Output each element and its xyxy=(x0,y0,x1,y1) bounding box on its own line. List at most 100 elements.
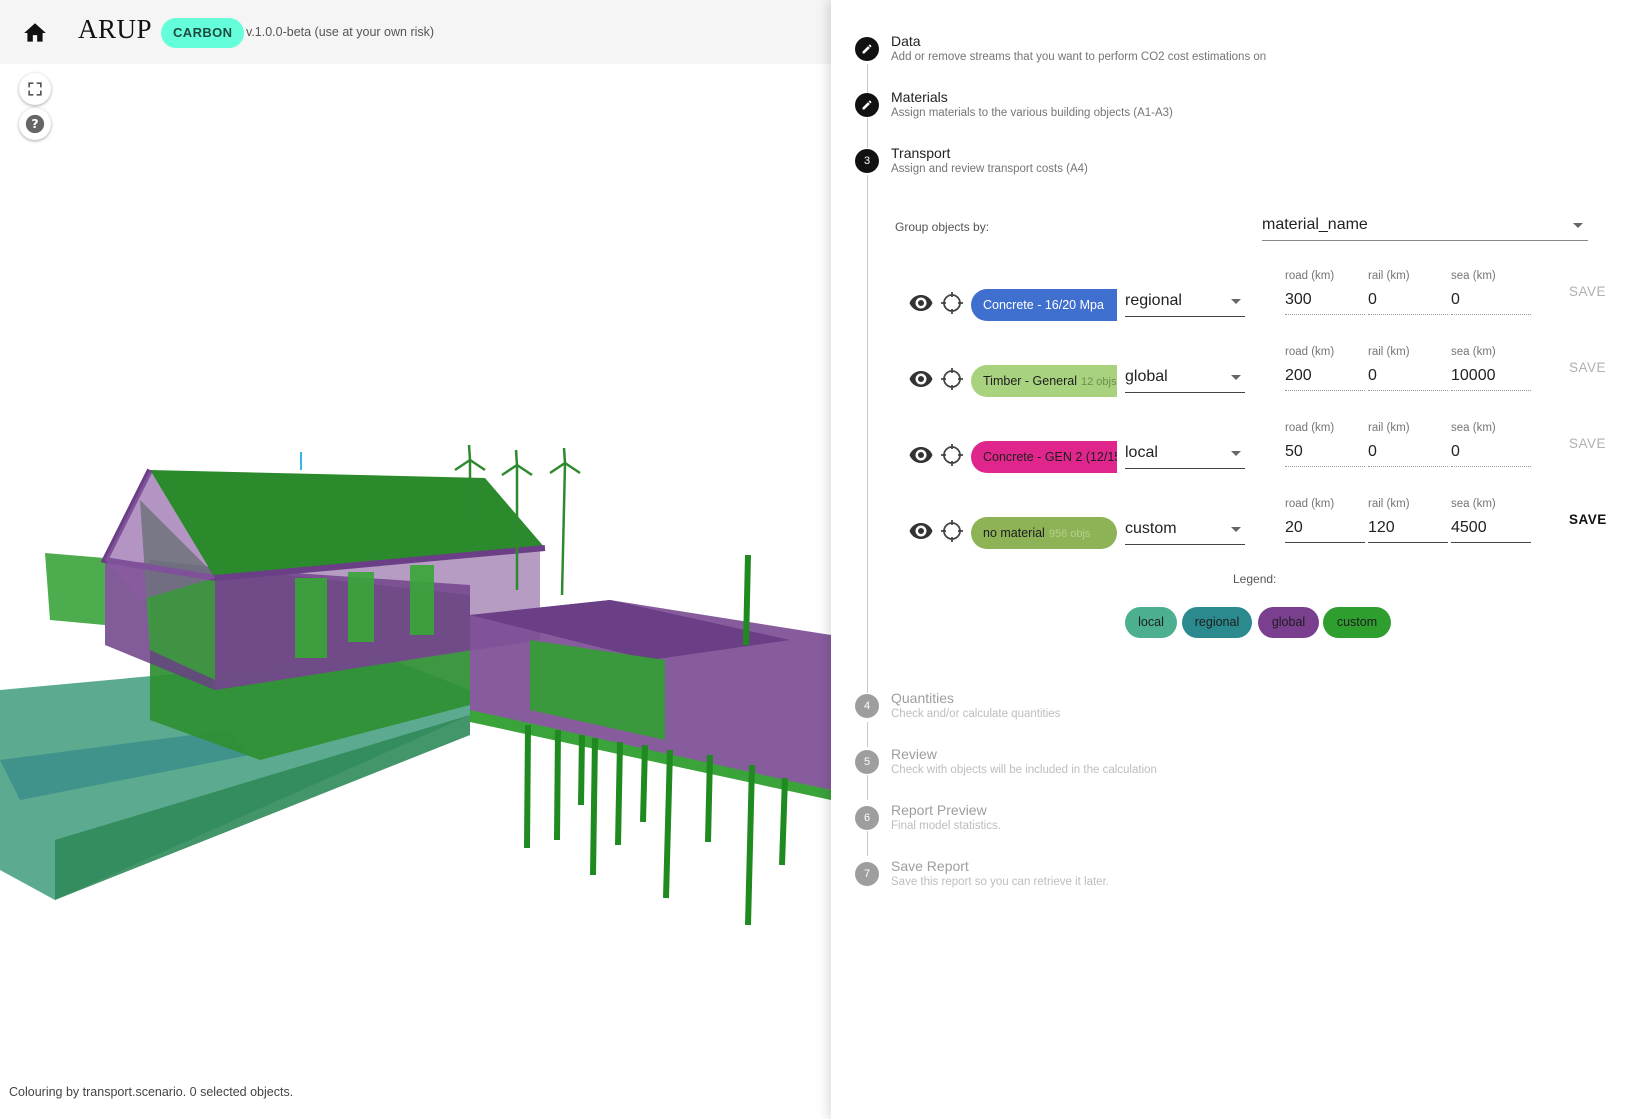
save-button[interactable]: SAVE xyxy=(1569,512,1607,527)
step-title: Review xyxy=(891,746,937,762)
road-field: road (km) xyxy=(1285,346,1365,396)
transport-row: Concrete - GEN 2 (12/15) local road (km)… xyxy=(905,422,1606,478)
step-badge: 7 xyxy=(855,862,879,886)
legend-chip-local: local xyxy=(1125,607,1177,638)
road-km-input[interactable] xyxy=(1285,288,1363,312)
step-save-report[interactable]: 7 Save Report Save this report so you ca… xyxy=(855,858,1555,898)
sea-km-input[interactable] xyxy=(1451,364,1529,388)
group-by-label: Group objects by: xyxy=(895,220,990,234)
material-chip[interactable]: no material 956 objs xyxy=(971,517,1117,549)
group-by-select[interactable]: material_name xyxy=(1262,210,1588,241)
3d-viewer[interactable] xyxy=(0,64,831,1074)
help-button[interactable]: ? xyxy=(19,108,51,140)
rail-km-input[interactable] xyxy=(1368,516,1446,540)
road-km-input[interactable] xyxy=(1285,516,1363,540)
step-badge: 5 xyxy=(855,750,879,774)
sea-km-input[interactable] xyxy=(1451,288,1529,312)
step-data[interactable]: Data Add or remove streams that you want… xyxy=(855,33,1555,73)
step-title: Materials xyxy=(891,89,948,105)
step-subtitle: Assign and review transport costs (A4) xyxy=(891,163,1088,175)
visibility-eye-icon[interactable] xyxy=(909,294,933,312)
step-subtitle: Check with objects will be included in t… xyxy=(891,764,1157,776)
fullscreen-icon xyxy=(28,82,42,96)
group-by-value: material_name xyxy=(1262,216,1368,233)
top-bar: ARUP CARBON v.1.0.0-beta (use at your ow… xyxy=(0,0,831,64)
edit-icon xyxy=(855,37,879,61)
step-transport[interactable]: 3 Transport Assign and review transport … xyxy=(855,145,1555,185)
rail-km-input[interactable] xyxy=(1368,440,1446,464)
step-title: Data xyxy=(891,33,921,49)
edit-icon xyxy=(855,93,879,117)
step-subtitle: Final model statistics. xyxy=(891,820,1001,832)
road-field: road (km) xyxy=(1285,422,1365,472)
step-title: Quantities xyxy=(891,690,955,706)
home-icon[interactable] xyxy=(20,20,50,46)
rail-field: rail (km) xyxy=(1368,346,1448,396)
step-title: Report Preview xyxy=(891,802,987,818)
road-label: road (km) xyxy=(1285,498,1335,510)
version-text: v.1.0.0-beta (use at your own risk) xyxy=(246,25,435,39)
road-km-input[interactable] xyxy=(1285,440,1363,464)
rail-km-input[interactable] xyxy=(1368,288,1446,312)
road-label: road (km) xyxy=(1285,422,1335,434)
transport-row: Timber - General 12 objs global road (km)… xyxy=(905,346,1606,402)
scenario-select[interactable]: local xyxy=(1125,438,1245,469)
sea-field: sea (km) xyxy=(1451,422,1531,472)
svg-text:?: ? xyxy=(31,116,38,131)
road-km-input[interactable] xyxy=(1285,364,1363,388)
save-button[interactable]: SAVE xyxy=(1569,284,1606,299)
road-field: road (km) xyxy=(1285,498,1365,548)
legend-title: Legend: xyxy=(1233,572,1277,586)
sea-field: sea (km) xyxy=(1451,498,1531,548)
scenario-select[interactable]: custom xyxy=(1125,514,1245,545)
material-name: no material xyxy=(983,526,1045,540)
legend-chip-custom: custom xyxy=(1323,607,1391,638)
material-chip[interactable]: Timber - General 12 objs xyxy=(971,365,1117,397)
sea-label: sea (km) xyxy=(1451,270,1496,282)
rail-field: rail (km) xyxy=(1368,422,1448,472)
step-subtitle: Assign materials to the various building… xyxy=(891,107,1173,119)
crosshair-icon[interactable] xyxy=(940,443,964,467)
transport-row: Concrete - 16/20 Mpa regional road (km) … xyxy=(905,270,1606,326)
legend-chip-regional: regional xyxy=(1182,607,1252,638)
step-title: Save Report xyxy=(891,858,969,874)
step-materials[interactable]: Materials Assign materials to the variou… xyxy=(855,89,1555,129)
scenario-select[interactable]: regional xyxy=(1125,286,1245,317)
step-subtitle: Check and/or calculate quantities xyxy=(891,708,1061,720)
rail-label: rail (km) xyxy=(1368,498,1410,510)
crosshair-icon[interactable] xyxy=(940,291,964,315)
visibility-eye-icon[interactable] xyxy=(909,370,933,388)
crosshair-icon[interactable] xyxy=(940,519,964,543)
arup-logo: ARUP xyxy=(78,14,153,44)
chevron-down-icon xyxy=(1573,223,1583,228)
visibility-eye-icon[interactable] xyxy=(909,522,933,540)
material-name: Concrete - GEN 2 (12/15) xyxy=(983,450,1117,464)
step-quantities[interactable]: 4 Quantities Check and/or calculate quan… xyxy=(855,690,1555,730)
visibility-eye-icon[interactable] xyxy=(909,446,933,464)
step-report-preview[interactable]: 6 Report Preview Final model statistics. xyxy=(855,802,1555,842)
object-count: 956 objs xyxy=(1048,528,1091,540)
sea-km-input[interactable] xyxy=(1451,516,1529,540)
road-label: road (km) xyxy=(1285,270,1335,282)
road-field: road (km) xyxy=(1285,270,1365,320)
fullscreen-button[interactable] xyxy=(19,73,51,105)
material-chip[interactable]: Concrete - 16/20 Mpa xyxy=(971,289,1117,321)
scenario-select[interactable]: global xyxy=(1125,362,1245,393)
save-button[interactable]: SAVE xyxy=(1569,360,1606,375)
rail-field: rail (km) xyxy=(1368,270,1448,320)
sea-label: sea (km) xyxy=(1451,346,1496,358)
scenario-value: global xyxy=(1125,368,1168,385)
chevron-down-icon xyxy=(1231,375,1241,380)
material-chip[interactable]: Concrete - GEN 2 (12/15) xyxy=(971,441,1117,473)
rail-km-input[interactable] xyxy=(1368,364,1446,388)
transport-row: no material956 objs custom road (km) rai… xyxy=(905,498,1607,554)
scenario-value: custom xyxy=(1125,520,1177,537)
road-label: road (km) xyxy=(1285,346,1335,358)
step-review[interactable]: 5 Review Check with objects will be incl… xyxy=(855,746,1555,786)
sea-km-input[interactable] xyxy=(1451,440,1529,464)
rail-label: rail (km) xyxy=(1368,422,1410,434)
crosshair-icon[interactable] xyxy=(940,367,964,391)
scenario-value: regional xyxy=(1125,292,1182,309)
sea-label: sea (km) xyxy=(1451,498,1496,510)
save-button[interactable]: SAVE xyxy=(1569,436,1606,451)
